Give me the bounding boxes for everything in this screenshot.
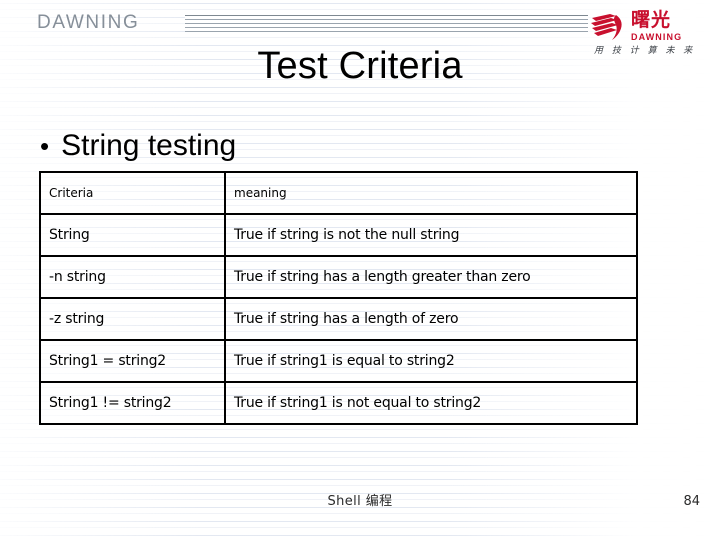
table-cell-criteria: -n string [39, 255, 226, 299]
table-row: String1 != string2 True if string1 is not… [39, 381, 638, 425]
table-row: String True if string is not the null str… [39, 213, 638, 257]
table-row: -z string True if string has a length of … [39, 297, 638, 341]
table-cell-meaning: True if string is not the null string [224, 213, 638, 257]
logo-english-name: DAWNING [631, 32, 683, 42]
criteria-table-wrapper: Criteria meaning String True if string is… [39, 171, 638, 425]
table-cell-criteria: String [39, 213, 226, 257]
table-cell-criteria: String1 = string2 [39, 339, 226, 383]
table-header-criteria: Criteria [39, 171, 226, 215]
table-cell-meaning: True if string has a length of zero [224, 297, 638, 341]
footer-page-number: 84 [683, 494, 700, 509]
table-cell-criteria: String1 != string2 [39, 381, 226, 425]
bullet-item: • String testing [40, 128, 236, 164]
bullet-item-label: String testing [61, 129, 237, 162]
slide: DAWNING 曙光 DAWNING 用 技 计 算 未 来 Test Crit… [0, 0, 720, 540]
header-wordmark: DAWNING [37, 12, 140, 33]
footer-title: Shell 编程 [327, 494, 393, 509]
header-stripes-icon [185, 15, 588, 35]
table-cell-meaning: True if string1 is equal to string2 [224, 339, 638, 383]
table-cell-criteria: -z string [39, 297, 226, 341]
logo-chinese-name: 曙光 [631, 9, 672, 31]
page-title: Test Criteria [257, 45, 463, 87]
dawning-swoosh-icon [591, 14, 622, 40]
table-header-meaning: meaning [224, 171, 638, 215]
table-cell-meaning: True if string has a length greater than… [224, 255, 638, 299]
table-row: String1 = string2 True if string1 is equa… [39, 339, 638, 383]
table-row: -n string True if string has a length gre… [39, 255, 638, 299]
table-header-row: Criteria meaning [39, 171, 638, 215]
table-cell-meaning: True if string1 is not equal to string2 [224, 381, 638, 425]
bullet-dot-icon: • [40, 131, 50, 161]
criteria-table: Criteria meaning String True if string is… [39, 171, 638, 425]
